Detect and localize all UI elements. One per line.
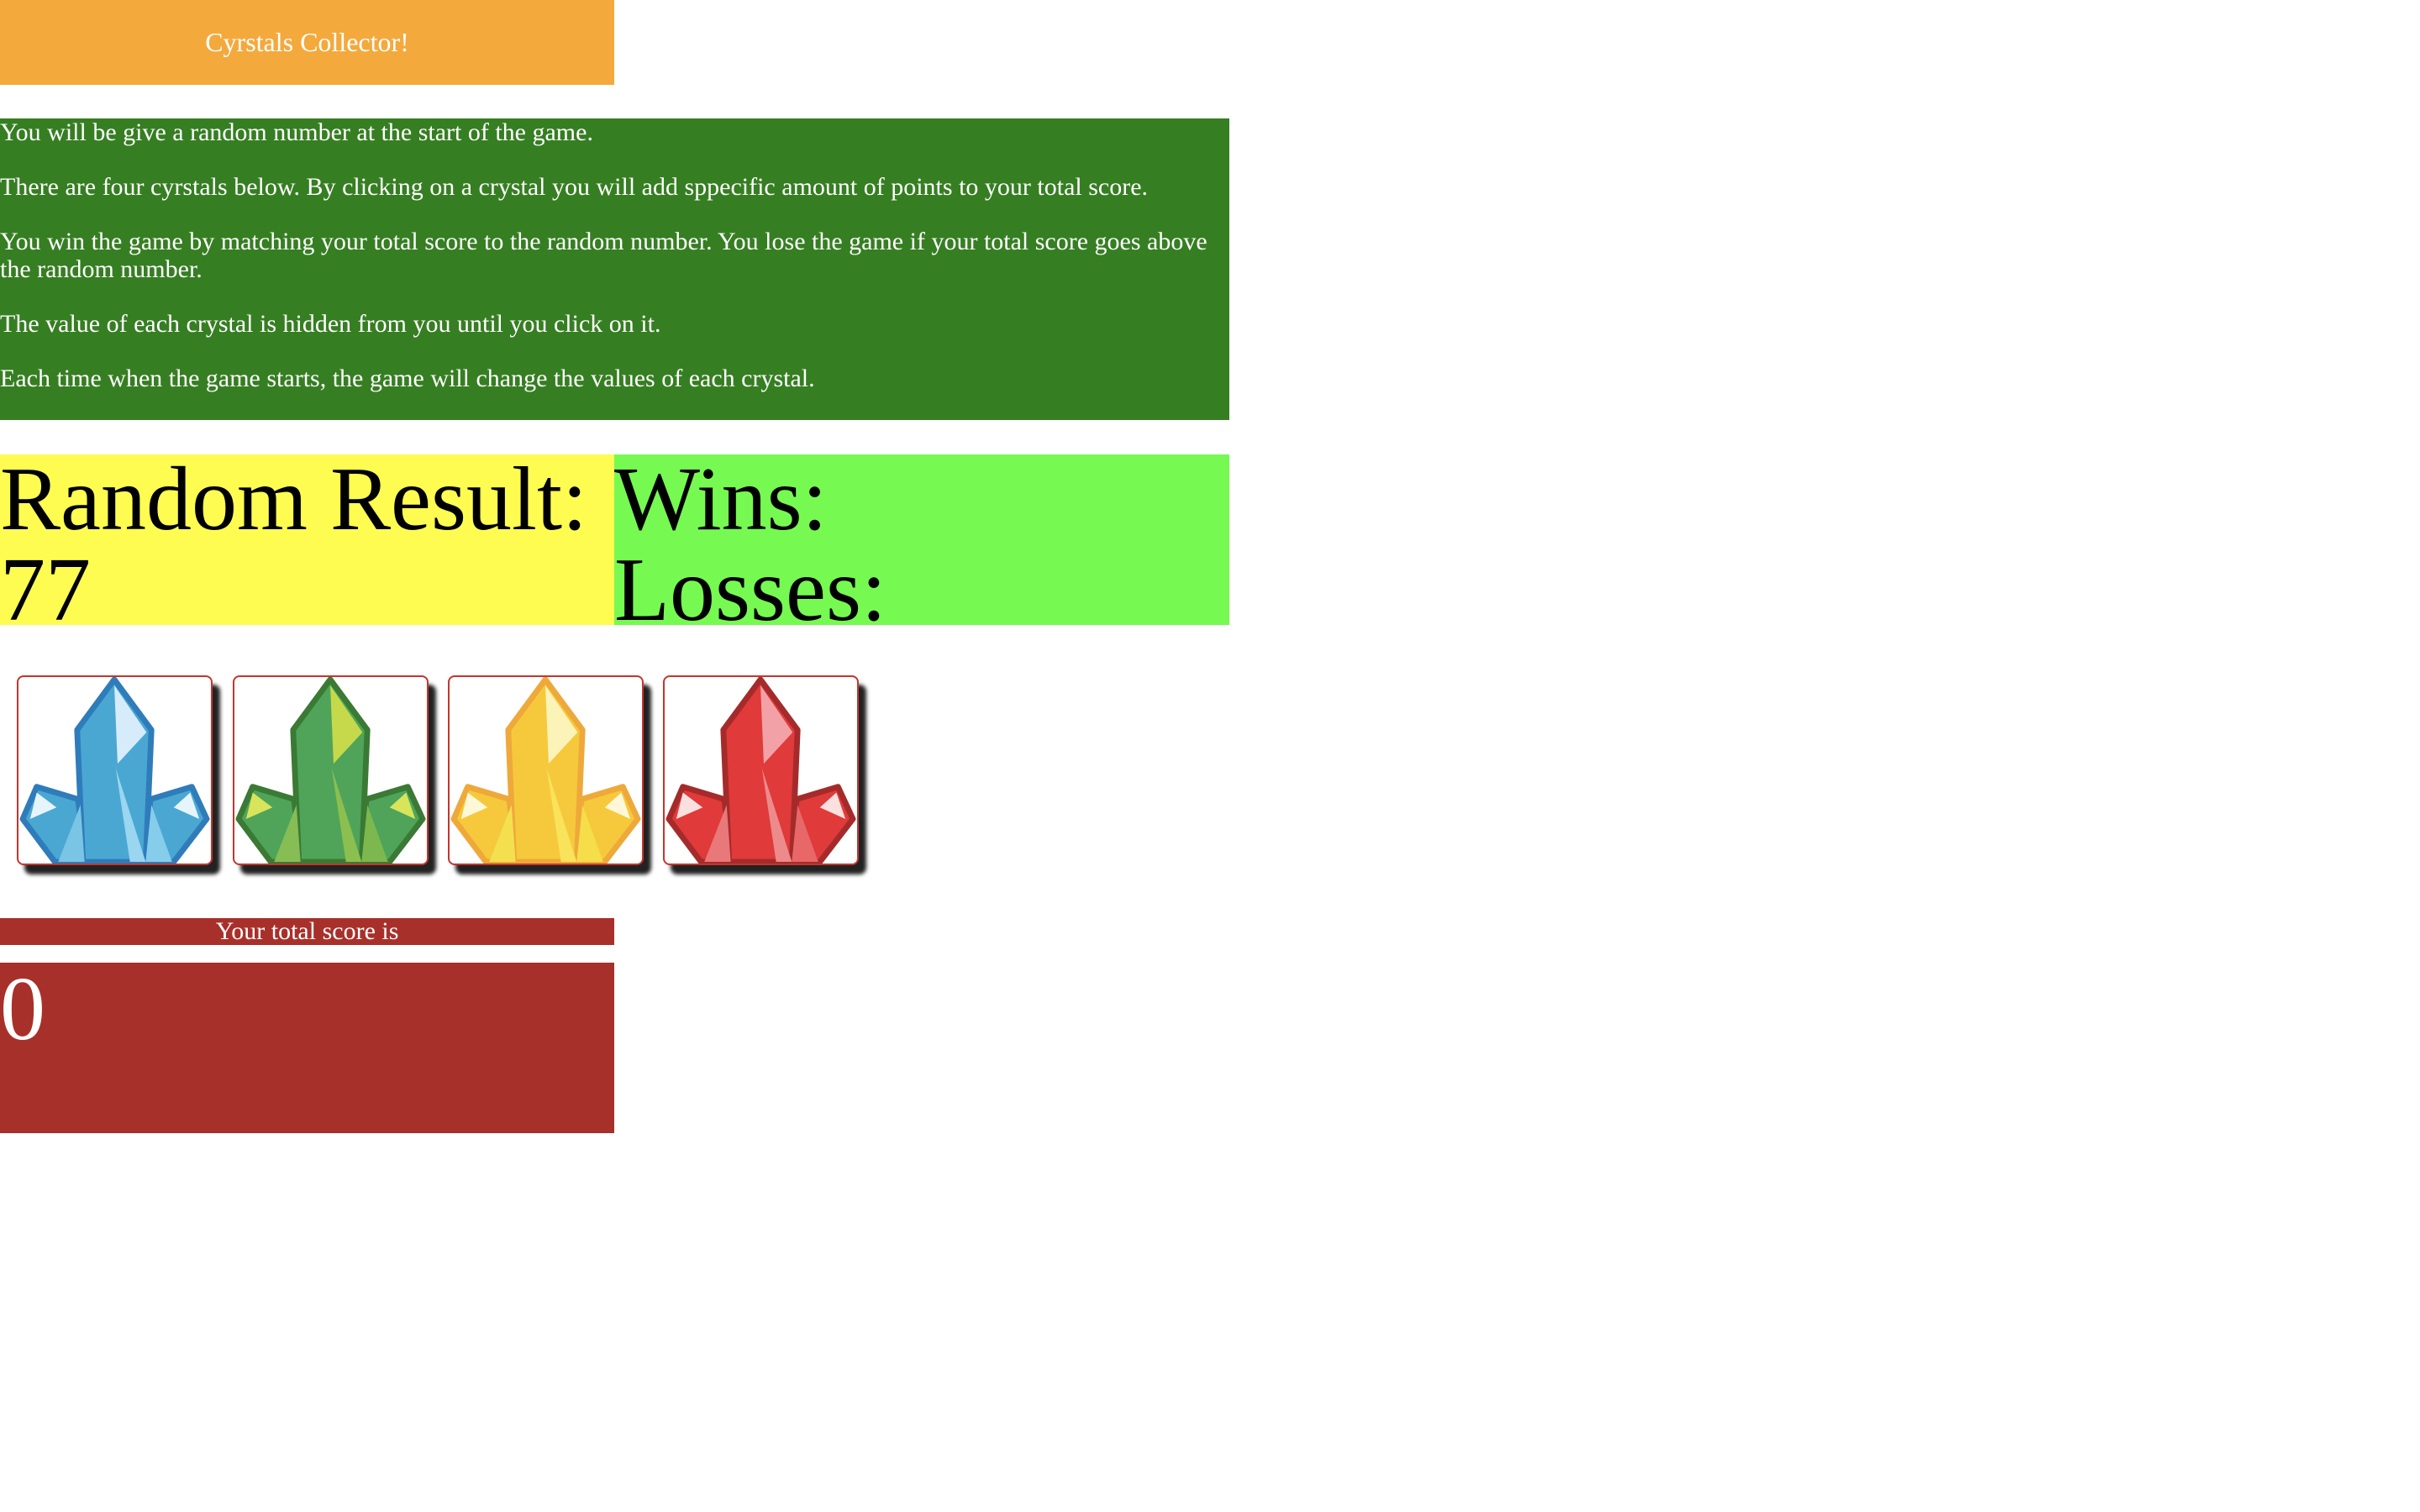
random-result-panel: Random Result: 77 [0, 454, 614, 625]
score-panel: 0 [0, 963, 614, 1133]
wins-label: Wins: [614, 454, 828, 549]
blue-crystal-button[interactable] [17, 675, 213, 865]
score-label-bar: Your total score is [0, 918, 614, 945]
page: Cyrstals Collector! You will be give a r… [0, 0, 2420, 1512]
page-title: Cyrstals Collector! [205, 27, 409, 57]
title-bar: Cyrstals Collector! [0, 0, 614, 85]
score-value: 0 [0, 959, 45, 1059]
instruction-3: You win the game by matching your total … [0, 228, 1207, 283]
instructions-panel: You will be give a random number at the … [0, 118, 1229, 420]
green-crystal-button[interactable] [233, 675, 429, 865]
stats-panel: Wins: Losses: [614, 454, 1229, 625]
green-crystal-icon [235, 677, 426, 864]
blue-crystal-icon [19, 677, 210, 864]
red-crystal-icon [666, 677, 856, 864]
instruction-4: The value of each crystal is hidden from… [0, 310, 661, 338]
instruction-5: Each time when the game starts, the game… [0, 365, 815, 392]
random-result-value: 77 [0, 540, 91, 626]
random-result-label: Random Result: [0, 454, 587, 549]
yellow-crystal-icon [450, 677, 641, 864]
red-crystal-button[interactable] [663, 675, 859, 865]
losses-label: Losses: [614, 540, 886, 626]
instruction-2: There are four cyrstals below. By clicki… [0, 173, 1149, 201]
instruction-1: You will be give a random number at the … [0, 118, 593, 146]
score-label: Your total score is [215, 917, 399, 945]
yellow-crystal-button[interactable] [448, 675, 644, 865]
